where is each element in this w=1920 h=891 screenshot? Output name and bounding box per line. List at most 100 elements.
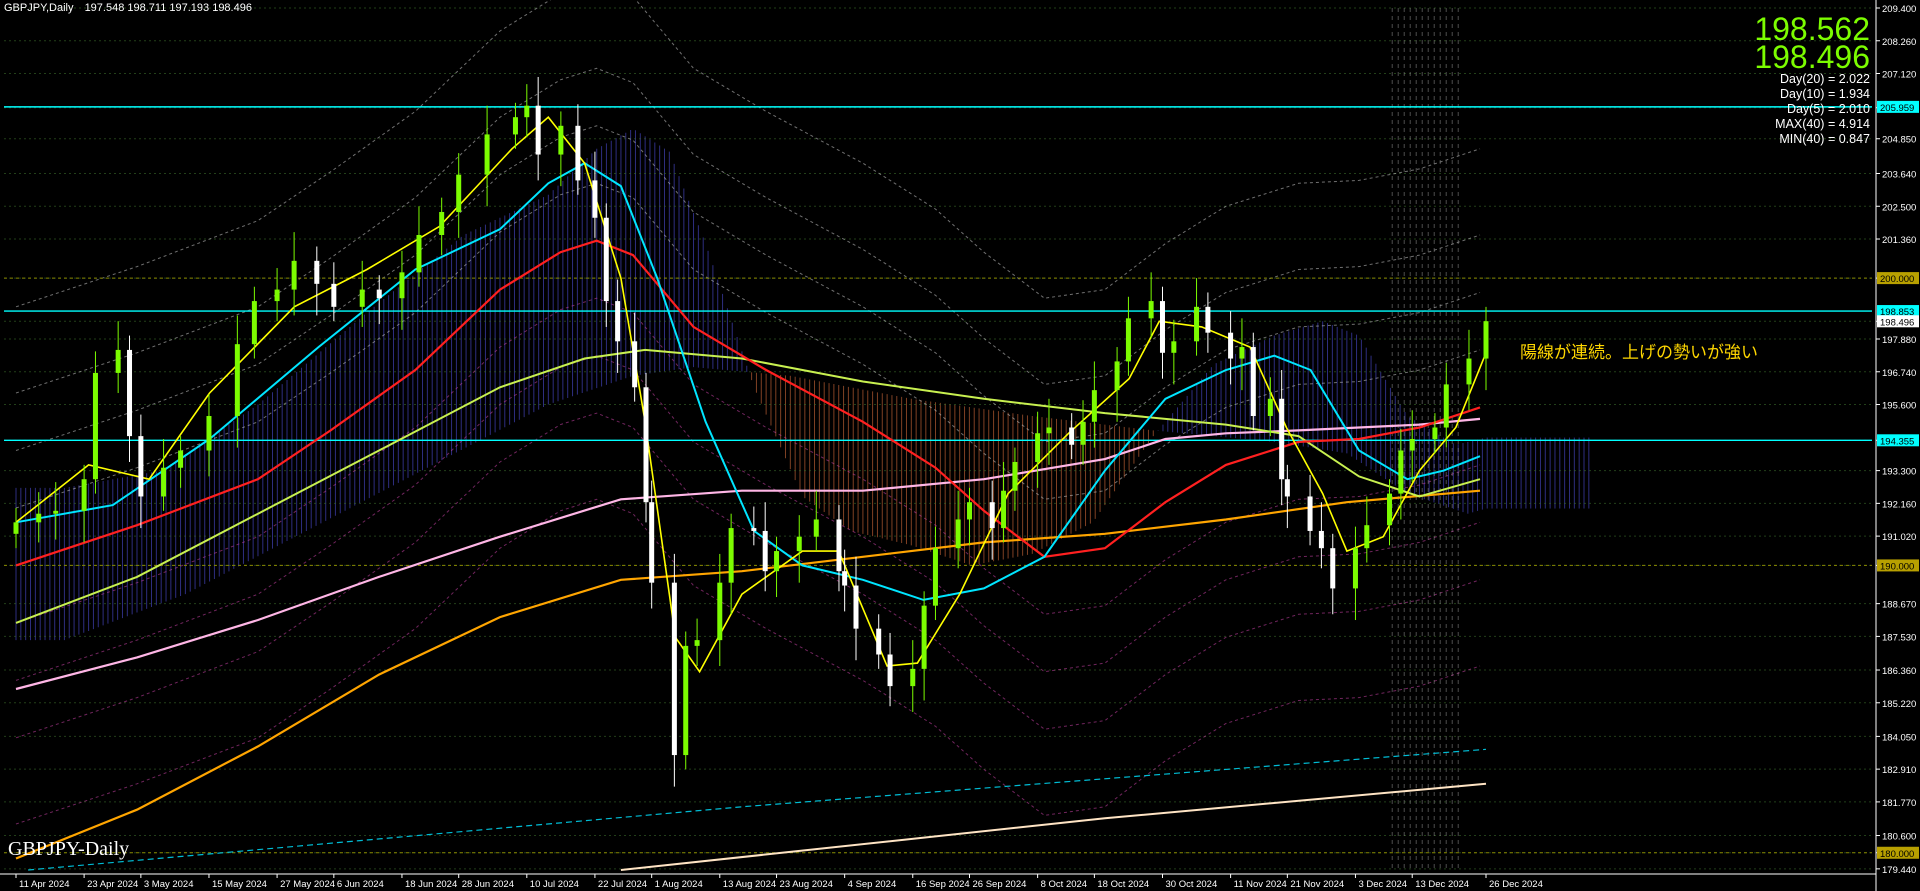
time-tick-label: 22 Jul 2024 bbox=[598, 879, 647, 890]
candle-body bbox=[1307, 496, 1313, 531]
candle-body bbox=[439, 212, 445, 235]
stat-day5: Day(5) = 2.010 bbox=[1786, 102, 1870, 116]
candle-body bbox=[1012, 461, 1018, 491]
price-tick-label: 201.360 bbox=[1882, 235, 1916, 246]
price-tick-label: 181.770 bbox=[1882, 798, 1916, 809]
candle-body bbox=[796, 536, 802, 552]
price-tick-label: 208.260 bbox=[1882, 37, 1916, 48]
candle-body bbox=[524, 105, 530, 118]
time-tick-label: 6 Jun 2024 bbox=[337, 879, 384, 890]
stat-max40: MAX(40) = 4.914 bbox=[1775, 117, 1870, 131]
candle-body bbox=[314, 260, 320, 284]
price-tag-label: 198.496 bbox=[1880, 317, 1914, 328]
envelope-line bbox=[15, 498, 1481, 825]
candle-body bbox=[1228, 332, 1234, 359]
price-tag-label: 205.959 bbox=[1880, 103, 1914, 114]
time-tick-label: 13 Dec 2024 bbox=[1415, 879, 1469, 890]
candle-body bbox=[331, 283, 337, 307]
price-tick-label: 196.740 bbox=[1882, 368, 1916, 379]
long-term-band-line bbox=[28, 748, 1487, 871]
price-tick-label: 187.530 bbox=[1882, 632, 1916, 643]
candle-body bbox=[615, 301, 621, 342]
candle-body bbox=[1483, 321, 1489, 359]
candle-body bbox=[399, 272, 405, 299]
candle-body bbox=[592, 180, 598, 218]
time-tick-label: 3 Dec 2024 bbox=[1358, 879, 1407, 890]
price-tag-label: 194.355 bbox=[1880, 436, 1914, 447]
price-tick-label: 185.220 bbox=[1882, 699, 1916, 710]
candle-body bbox=[359, 289, 365, 307]
candle-body bbox=[291, 260, 297, 290]
candle-body bbox=[1069, 427, 1075, 445]
time-tick-label: 27 May 2024 bbox=[280, 879, 335, 890]
candle-body bbox=[376, 289, 382, 299]
candle-body bbox=[1432, 427, 1438, 439]
candle-body bbox=[1205, 306, 1211, 333]
candle-body bbox=[1330, 548, 1336, 589]
candle-body bbox=[138, 436, 144, 497]
candle-body bbox=[751, 528, 757, 531]
sma-pink-line bbox=[15, 417, 1481, 691]
candle-body bbox=[1284, 479, 1290, 497]
price-tick-label: 188.670 bbox=[1882, 600, 1916, 611]
candle-body bbox=[717, 582, 723, 641]
candle-body bbox=[53, 510, 59, 514]
time-tick-label: 1 Aug 2024 bbox=[655, 879, 703, 890]
price-tick-label: 191.020 bbox=[1882, 532, 1916, 543]
price-tick-label: 202.500 bbox=[1882, 202, 1916, 213]
candle-body bbox=[836, 519, 842, 572]
candle-body bbox=[127, 349, 133, 437]
price-tick-label: 197.880 bbox=[1882, 335, 1916, 346]
time-tick-label: 3 May 2024 bbox=[144, 879, 194, 890]
candle-body bbox=[910, 668, 916, 687]
candle-body bbox=[535, 105, 541, 155]
price-tick-label: 180.600 bbox=[1882, 832, 1916, 843]
envelope-line bbox=[15, 412, 1481, 739]
time-tick-label: 21 Nov 2024 bbox=[1290, 879, 1344, 890]
price-tag-label: 180.000 bbox=[1880, 849, 1914, 860]
candle-body bbox=[1443, 384, 1449, 428]
stat-day10: Day(10) = 1.934 bbox=[1780, 87, 1870, 101]
annotation-text: 陽線が連続。上げの勢いが強い bbox=[1520, 343, 1758, 363]
candle-body bbox=[1114, 361, 1120, 391]
candle-body bbox=[274, 289, 280, 302]
candle-body bbox=[842, 571, 848, 586]
price-tick-label: 186.360 bbox=[1882, 666, 1916, 677]
candle-body bbox=[1279, 398, 1285, 480]
candle-body bbox=[178, 450, 184, 468]
candle-body bbox=[955, 519, 961, 549]
symbol-label: GBPJPY,Daily bbox=[4, 2, 74, 14]
time-tick-label: 16 Sep 2024 bbox=[916, 879, 970, 890]
candle-body bbox=[1194, 306, 1200, 342]
price-chart[interactable]: 209.400208.260207.120205.930204.850203.6… bbox=[0, 0, 1920, 891]
time-tick-label: 23 Aug 2024 bbox=[780, 879, 833, 890]
candle-body bbox=[1352, 548, 1358, 589]
candle-body bbox=[921, 605, 927, 669]
time-tick-label: 26 Sep 2024 bbox=[973, 879, 1027, 890]
price-tick-label: 204.850 bbox=[1882, 135, 1916, 146]
candle-body bbox=[1364, 525, 1370, 549]
vertical-time-lines bbox=[1391, 8, 1459, 870]
price-tag-label: 200.000 bbox=[1880, 274, 1914, 285]
candle-body bbox=[512, 117, 518, 135]
price-tag-label: 190.000 bbox=[1880, 561, 1914, 572]
candle-body bbox=[161, 467, 167, 497]
price-axis: 209.400208.260207.120205.930204.850203.6… bbox=[1875, 0, 1919, 891]
candle-body bbox=[1125, 318, 1131, 362]
candle-body bbox=[1398, 450, 1404, 494]
candle-body bbox=[1159, 301, 1165, 353]
candle-body bbox=[1318, 530, 1324, 549]
stat-day20: Day(20) = 2.022 bbox=[1780, 72, 1870, 86]
time-tick-label: 8 Oct 2024 bbox=[1041, 879, 1087, 890]
price-tick-label: 182.910 bbox=[1882, 765, 1916, 776]
candle-body bbox=[234, 344, 240, 417]
candle-body bbox=[484, 134, 490, 175]
horizontal-levels bbox=[4, 106, 1872, 854]
candle-body bbox=[762, 530, 768, 572]
candle-body bbox=[1001, 490, 1007, 529]
time-axis: 11 Apr 2024 23 Apr 2024 3 May 2024 15 May 2… bbox=[0, 873, 1876, 890]
time-tick-label: 13 Aug 2024 bbox=[723, 879, 776, 890]
stat-min40: MIN(40) = 0.847 bbox=[1779, 132, 1870, 146]
candle-body bbox=[603, 217, 609, 302]
time-tick-label: 10 Jul 2024 bbox=[530, 879, 579, 890]
